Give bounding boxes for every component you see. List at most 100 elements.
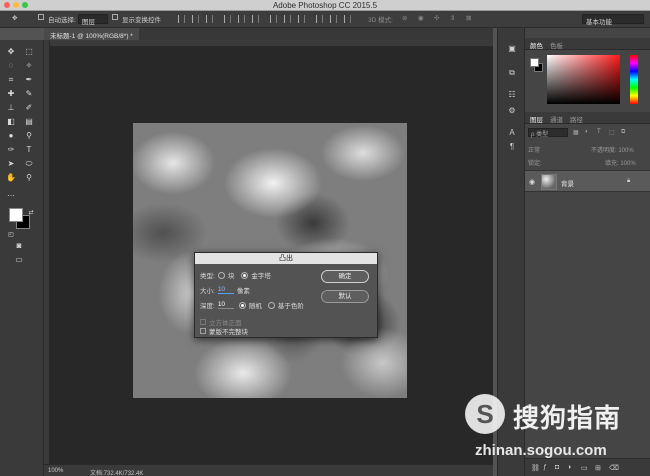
layer-row-background[interactable]: ◉ 背景 🔒︎ [525, 170, 650, 192]
document-tab[interactable]: 未标题-1 @ 100%(RGB/8*) * [44, 28, 139, 40]
gradient-tool-icon[interactable]: ▤ [22, 116, 36, 127]
align-top-icon[interactable] [178, 15, 185, 23]
color-panel-foreground-swatch[interactable] [530, 58, 539, 67]
filter-smart-object-icon[interactable]: ⧉ [621, 129, 625, 136]
shape-tool-icon[interactable]: ⬭ [22, 158, 36, 169]
swap-colors-icon[interactable]: ⇄ [24, 208, 38, 219]
align-right-icon[interactable] [252, 15, 259, 23]
auto-select-dropdown[interactable]: 图层 [78, 14, 108, 26]
actions-panel-icon[interactable]: ⚙ [506, 106, 518, 117]
new-group-icon[interactable]: ▭ [581, 464, 588, 472]
brush-tool-icon[interactable]: ✎ [22, 88, 36, 99]
type-tool-icon[interactable]: T [22, 144, 36, 155]
hand-tool-icon[interactable]: ✋ [4, 172, 18, 183]
auto-select-checkbox[interactable] [38, 14, 46, 21]
align-left-icon[interactable] [224, 15, 231, 23]
sogou-logo-icon: S [465, 394, 505, 434]
visibility-eye-icon[interactable]: ◉ [529, 178, 535, 186]
depth-label: 深度: [200, 303, 215, 310]
layer-style-icon[interactable]: ƒ [543, 464, 547, 471]
show-transform-checkbox[interactable] [112, 14, 120, 21]
fill-field[interactable]: 填充: 100% [605, 158, 636, 167]
hue-slider[interactable] [630, 55, 638, 104]
horizontal-ruler [44, 40, 493, 47]
document-tab-bar: 未标题-1 @ 100%(RGB/8*) * [44, 28, 493, 40]
history-brush-tool-icon[interactable]: ✐ [22, 102, 36, 113]
status-bar: 100% 文档:732.4K/732.4K [44, 464, 493, 476]
quick-mask-icon[interactable]: ◙ [12, 240, 26, 251]
new-adjustment-icon[interactable]: ◑ [567, 464, 571, 471]
more-tools-icon[interactable]: ⋯ [4, 190, 18, 201]
filter-type-icon[interactable]: T [597, 129, 601, 135]
tab-layers[interactable]: 图层 [530, 114, 543, 124]
zoom-tool-icon[interactable]: ⚲ [22, 172, 36, 183]
pan-3d-icon[interactable]: ✣ [434, 14, 439, 22]
slide-3d-icon[interactable]: ⇕ [450, 14, 455, 22]
clone-stamp-tool-icon[interactable]: ⊥ [4, 102, 18, 113]
align-vcenter-icon[interactable] [192, 15, 199, 23]
magic-wand-tool-icon[interactable]: ✧ [22, 60, 36, 71]
adjustments-panel-icon[interactable]: ☷ [506, 90, 518, 101]
align-bottom-icon[interactable] [206, 15, 213, 23]
delete-layer-icon[interactable]: ⌫ [609, 464, 619, 472]
distribute-hcenter-icon[interactable] [330, 15, 337, 23]
healing-brush-tool-icon[interactable]: ✚ [4, 88, 18, 99]
paragraph-panel-icon[interactable]: ¶ [506, 142, 518, 153]
solid-front-checkbox[interactable] [200, 319, 206, 325]
type-pyramid-radio[interactable] [241, 271, 249, 279]
mask-incomplete-checkbox[interactable] [200, 328, 206, 334]
ok-button[interactable]: 确定 [321, 270, 369, 283]
size-input[interactable]: 10 [217, 286, 234, 294]
tab-color[interactable]: 颜色 [530, 40, 543, 50]
blur-tool-icon[interactable]: ● [4, 130, 18, 141]
document-size-info[interactable]: 文档:732.4K/732.4K [90, 468, 143, 476]
move-tool-icon[interactable]: ✥ [12, 14, 17, 22]
zoom-level[interactable]: 100% [48, 468, 63, 474]
distribute-right-icon[interactable] [344, 15, 351, 23]
layer-filter-dropdown[interactable]: ρ 类型 [528, 128, 568, 138]
move-tool-icon[interactable]: ✥ [4, 46, 18, 57]
layer-name[interactable]: 背景 [561, 178, 574, 188]
orbit-3d-icon[interactable]: ⊛ [402, 14, 407, 22]
distribute-bottom-icon[interactable] [298, 15, 305, 23]
depth-input[interactable]: 10 [217, 301, 234, 309]
screen-mode-icon[interactable]: ▭ [12, 254, 26, 265]
pen-tool-icon[interactable]: ✑ [4, 144, 18, 155]
filter-pixel-icon[interactable]: ▦ [573, 129, 579, 136]
watermark-brand: 搜狗指南 [513, 403, 622, 433]
workspace-dropdown[interactable]: 基本功能 [582, 14, 644, 26]
distribute-left-icon[interactable] [316, 15, 323, 23]
depth-level-radio[interactable] [267, 301, 275, 309]
align-hcenter-icon[interactable] [238, 15, 245, 23]
opacity-field[interactable]: 不透明度: 100% [591, 145, 634, 154]
depth-random-radio[interactable] [238, 301, 246, 309]
roll-3d-icon[interactable]: ◉ [418, 14, 424, 22]
foreground-color-swatch[interactable] [9, 208, 23, 222]
distribute-vcenter-icon[interactable] [284, 15, 291, 23]
filter-shape-icon[interactable]: ⬚ [609, 129, 615, 136]
type-block-radio[interactable] [217, 271, 225, 279]
eraser-tool-icon[interactable]: ◧ [4, 116, 18, 127]
crop-tool-icon[interactable]: ⌗ [4, 74, 18, 85]
color-picker-field[interactable] [547, 55, 620, 104]
eyedropper-tool-icon[interactable]: ✒ [22, 74, 36, 85]
tab-swatches[interactable]: 色板 [550, 40, 563, 50]
properties-panel-icon[interactable]: ⧉ [506, 68, 518, 79]
scale-3d-icon[interactable]: ⊠ [466, 14, 471, 22]
new-layer-icon[interactable]: ⊞ [595, 464, 601, 472]
default-button[interactable]: 默认 [321, 290, 369, 303]
character-panel-icon[interactable]: A [506, 128, 518, 139]
blend-mode-dropdown[interactable]: 正常 [528, 145, 583, 154]
distribute-top-icon[interactable] [270, 15, 277, 23]
filter-adjustment-icon[interactable]: ◐ [585, 129, 589, 135]
dodge-tool-icon[interactable]: ⚲ [22, 130, 36, 141]
tools-panel: ✥ ⬚ ◌ ✧ ⌗ ✒ ✚ ✎ ⊥ ✐ ◧ ▤ ● ⚲ ✑ T ➤ ⬭ ✋ ⚲ … [0, 40, 44, 476]
tab-paths[interactable]: 路径 [570, 114, 583, 124]
history-panel-icon[interactable]: ▣ [506, 44, 518, 55]
tab-channels[interactable]: 通道 [550, 114, 563, 124]
marquee-tool-icon[interactable]: ⬚ [22, 46, 36, 57]
add-mask-icon[interactable]: ◘ [555, 464, 559, 471]
link-layers-icon[interactable]: ⛓ [531, 464, 540, 472]
lasso-tool-icon[interactable]: ◌ [4, 60, 18, 71]
path-selection-tool-icon[interactable]: ➤ [4, 158, 18, 169]
